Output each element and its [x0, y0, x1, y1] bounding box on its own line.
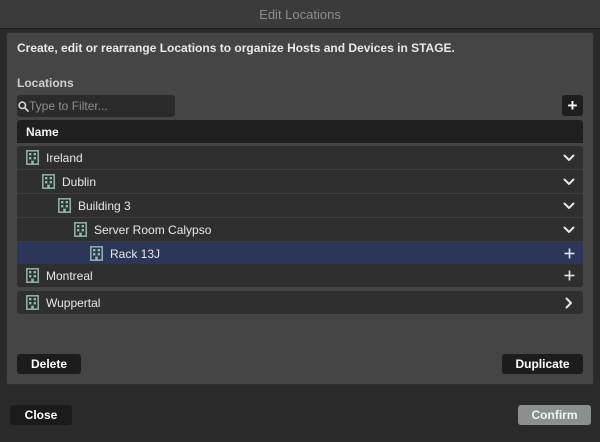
chevron-down-icon[interactable] [561, 170, 577, 193]
tree-row-label: Ireland [46, 150, 83, 165]
plus-icon: + [567, 95, 578, 115]
location-tree-group: Ireland Dublin Building 3 Server Room Calyp… [17, 146, 583, 265]
building-icon [25, 268, 39, 284]
search-icon [18, 100, 29, 112]
building-icon [57, 198, 71, 214]
plus-icon[interactable] [561, 242, 577, 265]
name-column-header: Name [26, 124, 59, 139]
building-icon [73, 222, 87, 238]
tree-row[interactable]: Building 3 [17, 194, 583, 218]
tree-row[interactable]: Dublin [17, 170, 583, 194]
tree-row-label: Montreal [46, 268, 93, 283]
tree-row-label: Wuppertal [46, 295, 101, 310]
plus-icon[interactable] [561, 264, 577, 287]
filter-field[interactable] [17, 95, 184, 117]
filter-input[interactable] [29, 97, 184, 115]
locations-panel: Create, edit or rearrange Locations to o… [6, 32, 594, 385]
location-tree-group: Montreal [17, 264, 583, 287]
intro-text: Create, edit or rearrange Locations to o… [17, 41, 455, 55]
tree-row[interactable]: Server Room Calypso [17, 218, 583, 242]
tree-row[interactable]: Wuppertal [17, 291, 583, 314]
duplicate-button[interactable]: Duplicate [502, 354, 583, 374]
tree-row[interactable]: Ireland [17, 146, 583, 170]
confirm-button[interactable]: Confirm [518, 405, 591, 425]
chevron-down-icon[interactable] [561, 146, 577, 169]
add-location-button[interactable]: + [562, 95, 583, 116]
building-icon [25, 295, 39, 311]
chevron-down-icon[interactable] [561, 194, 577, 217]
building-icon [89, 246, 103, 262]
table-header: Name [17, 120, 583, 143]
tree-row[interactable]: Montreal [17, 264, 583, 287]
tree-row-label: Server Room Calypso [94, 222, 212, 237]
tree-row-label: Rack 13J [110, 246, 161, 261]
delete-button[interactable]: Delete [17, 354, 81, 374]
close-button[interactable]: Close [10, 405, 72, 425]
building-icon [41, 174, 55, 190]
location-tree-group: Wuppertal [17, 291, 583, 314]
tree-row-label: Building 3 [78, 198, 131, 213]
chevron-right-icon[interactable] [561, 291, 577, 314]
window-title: Edit Locations [259, 6, 341, 22]
tree-row-label: Dublin [62, 174, 97, 189]
chevron-down-icon[interactable] [561, 218, 577, 241]
tree-row[interactable]: Rack 13J [17, 242, 583, 265]
locations-label: Locations [17, 76, 74, 90]
building-icon [25, 150, 39, 166]
window-titlebar: Edit Locations [0, 0, 600, 29]
